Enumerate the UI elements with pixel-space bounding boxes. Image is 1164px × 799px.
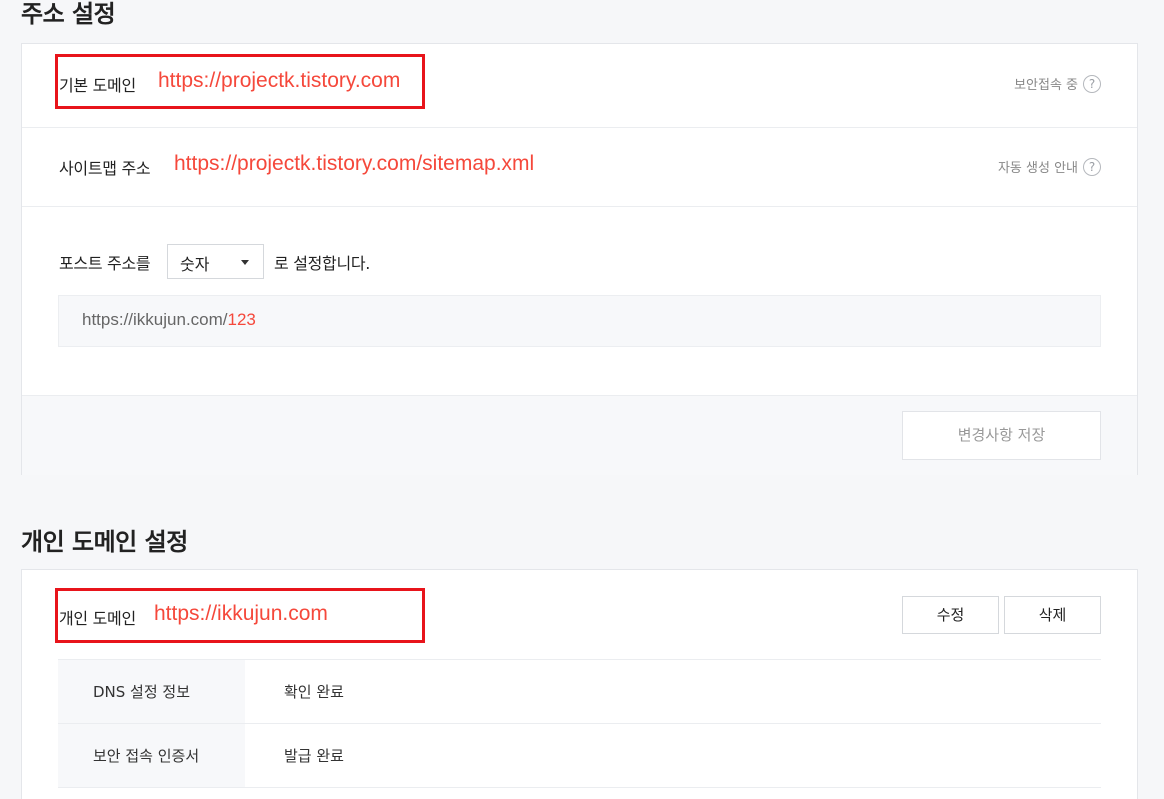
post-address-format-value: 숫자 — [180, 255, 210, 274]
domain-info-table: DNS 설정 정보 확인 완료 보안 접속 인증서 발급 완료 — [58, 659, 1101, 788]
highlight-box-default-domain — [55, 54, 425, 109]
dns-info-key: DNS 설정 정보 — [58, 660, 245, 723]
delete-button[interactable]: 삭제 — [1004, 596, 1101, 634]
custom-domain-title: 개인 도메인 설정 — [21, 528, 188, 556]
post-address-format-select[interactable]: 숫자 — [167, 244, 264, 279]
preview-base-url: https://ikkujun.com/ — [82, 310, 228, 329]
help-icon[interactable]: ? — [1083, 74, 1101, 93]
dns-info-value: 확인 완료 — [284, 683, 344, 701]
ssl-certificate-key: 보안 접속 인증서 — [58, 724, 245, 787]
auto-generate-text: 자동 생성 안내 — [997, 161, 1078, 176]
save-changes-button[interactable]: 변경사항 저장 — [902, 411, 1101, 460]
edit-button[interactable]: 수정 — [902, 596, 999, 634]
address-settings-footer: 변경사항 저장 — [22, 395, 1137, 475]
auto-generate-note: 자동 생성 안내 ? — [998, 157, 1101, 176]
sitemap-row: 사이트맵 주소 https://projectk.tistory.com/sit… — [22, 128, 1137, 207]
help-icon[interactable]: ? — [1083, 157, 1101, 176]
table-row: 보안 접속 인증서 발급 완료 — [58, 724, 1101, 788]
sitemap-url[interactable]: https://projectk.tistory.com/sitemap.xml — [174, 152, 534, 176]
caret-down-icon — [241, 260, 249, 265]
post-address-suffix: 로 설정합니다. — [274, 254, 371, 273]
preview-post-number: 123 — [227, 310, 256, 329]
ssl-certificate-value: 발급 완료 — [284, 747, 344, 765]
secure-connection-text: 보안접속 중 — [1014, 78, 1078, 93]
highlight-box-custom-domain — [55, 588, 425, 643]
secure-connection-note: 보안접속 중 ? — [1014, 74, 1101, 93]
post-address-prefix: 포스트 주소를 — [59, 254, 151, 273]
sitemap-label: 사이트맵 주소 — [59, 159, 151, 178]
address-settings-title: 주소 설정 — [21, 0, 116, 28]
post-address-preview: https://ikkujun.com/123 — [58, 295, 1101, 347]
table-row: DNS 설정 정보 확인 완료 — [58, 660, 1101, 724]
